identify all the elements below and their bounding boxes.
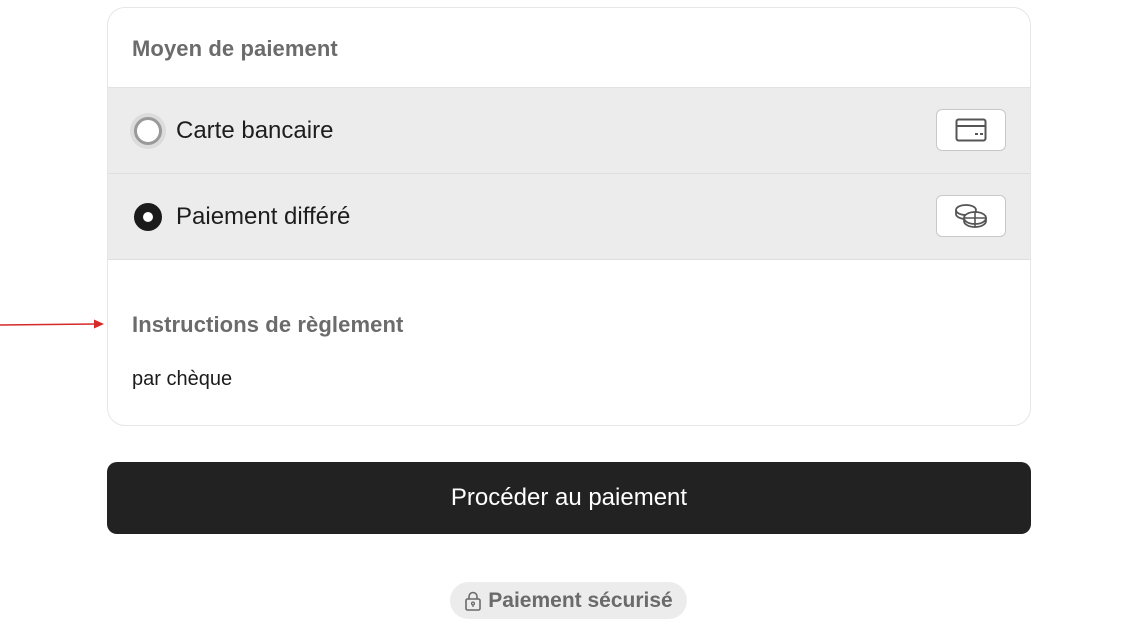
payment-card: Moyen de paiement Carte bancaire Paiemen… xyxy=(107,7,1031,426)
radio-credit-card[interactable] xyxy=(134,116,162,145)
annotation-arrow xyxy=(0,319,104,329)
radio-wrap-deferred xyxy=(130,199,166,235)
option-deferred-payment-label: Paiement différé xyxy=(176,202,351,230)
credit-card-icon-box xyxy=(936,109,1006,151)
lock-icon xyxy=(465,591,482,611)
radio-focus-ring xyxy=(130,112,166,149)
instructions-title: Instructions de règlement xyxy=(132,312,404,337)
coins-icon xyxy=(955,204,987,228)
option-credit-card[interactable]: Carte bancaire xyxy=(108,88,1030,174)
credit-card-icon xyxy=(955,118,987,142)
coins-icon-box xyxy=(936,195,1006,237)
payment-method-title: Moyen de paiement xyxy=(132,36,338,61)
instructions-text: par chèque xyxy=(132,368,233,390)
radio-deferred-payment[interactable] xyxy=(134,202,162,231)
secure-payment-badge: Paiement sécurisé xyxy=(450,582,687,619)
option-credit-card-label: Carte bancaire xyxy=(176,116,334,144)
proceed-payment-button[interactable]: Procéder au paiement xyxy=(107,462,1031,534)
payment-method-header: Moyen de paiement xyxy=(108,8,1030,88)
option-deferred-payment[interactable]: Paiement différé xyxy=(108,174,1030,260)
instructions-section: Instructions de règlement par chèque xyxy=(108,260,1030,391)
secure-payment-label: Paiement sécurisé xyxy=(488,588,673,612)
